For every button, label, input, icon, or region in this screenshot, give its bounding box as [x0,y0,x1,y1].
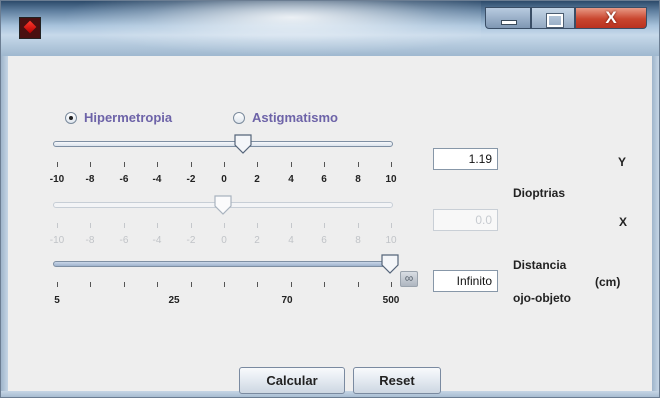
calcular-button[interactable]: Calcular [239,367,345,394]
tick-label: 2 [254,235,260,246]
tick-mark [90,162,91,167]
tick-label: 6 [321,235,327,246]
infinity-button[interactable]: ∞ [400,271,418,287]
title-bar[interactable]: X [1,1,659,56]
tick-label: -8 [85,235,95,246]
tick-mark [90,282,91,287]
close-button[interactable]: X [575,7,647,29]
tick-label: -2 [186,235,196,246]
tick-mark [90,223,91,228]
content-panel [8,56,652,391]
tick-mark [291,223,292,228]
tick-mark [358,282,359,287]
radio-label-hipermetropia: Hipermetropia [84,110,173,125]
tick-label: 10 [385,235,397,246]
tick-mark [257,282,258,287]
tick-label: 5 [54,295,60,306]
dioptrias-label: Dioptrias [513,186,566,200]
unit-label: (cm) [595,275,621,289]
tick-label: -10 [49,235,65,246]
tick-label: 4 [288,235,294,246]
tick-label: 4 [288,174,294,185]
x-value-field: 0.0 [433,209,498,231]
tick-mark [324,223,325,228]
tick-mark [391,282,392,287]
radio-selected-icon[interactable] [65,112,77,124]
tick-mark [324,162,325,167]
tick-mark [291,162,292,167]
tick-label: 0 [221,174,227,185]
slider-distance-thumb[interactable] [381,254,399,274]
reset-button[interactable]: Reset [353,367,441,394]
tick-mark [224,282,225,287]
tick-label: 25 [168,295,180,306]
tick-mark [157,223,158,228]
distancia-label: Distancia [513,258,567,272]
tick-mark [291,282,292,287]
tick-mark [391,223,392,228]
tick-label: -4 [152,174,162,185]
window-frame-right [652,56,659,397]
tick-mark [124,223,125,228]
tick-mark [124,162,125,167]
distance-value-field[interactable]: Infinito [433,270,498,292]
y-value-field[interactable]: 1.19 [433,148,498,170]
slider-x-thumb [214,195,232,215]
tick-mark [191,162,192,167]
ojo-objeto-label: ojo-objeto [513,291,571,305]
tick-mark [324,282,325,287]
tick-mark [191,282,192,287]
tick-mark [358,162,359,167]
tick-label: 6 [321,174,327,185]
tick-mark [224,223,225,228]
app-window: X Hipermetropia Astigmatismo -10 -8 -6 -4 -2… [0,0,660,398]
tick-mark [124,282,125,287]
tick-label: 8 [355,174,361,185]
tick-label: 500 [382,295,400,306]
slider-y-track[interactable] [53,141,393,147]
maximize-button[interactable] [531,7,575,29]
tick-mark [358,223,359,228]
tick-mark [191,223,192,228]
slider-y-thumb[interactable] [234,134,252,154]
tick-mark [157,162,158,167]
tick-mark [57,223,58,228]
tick-label: 10 [385,174,397,185]
tick-mark [224,162,225,167]
tick-label: 0 [221,235,227,246]
tick-mark [257,223,258,228]
tick-label: -8 [85,174,95,185]
tick-mark [257,162,258,167]
y-label: Y [618,155,627,169]
radio-unselected-icon[interactable] [233,112,245,124]
x-label: X [619,215,628,229]
tick-mark [57,162,58,167]
tick-mark [157,282,158,287]
tick-label: 70 [281,295,293,306]
tick-label: -6 [119,235,129,246]
tick-mark [57,282,58,287]
tick-label: -4 [152,235,162,246]
minimize-button[interactable] [485,7,531,29]
radio-label-astigmatismo: Astigmatismo [252,110,338,125]
tick-mark [391,162,392,167]
window-frame-left [1,56,8,397]
slider-distance-track[interactable] [53,261,393,267]
tick-label: -6 [119,174,129,185]
tick-label: -10 [49,174,65,185]
tick-label: 2 [254,174,260,185]
app-icon [19,17,41,39]
tick-label: 8 [355,235,361,246]
tick-label: -2 [186,174,196,185]
